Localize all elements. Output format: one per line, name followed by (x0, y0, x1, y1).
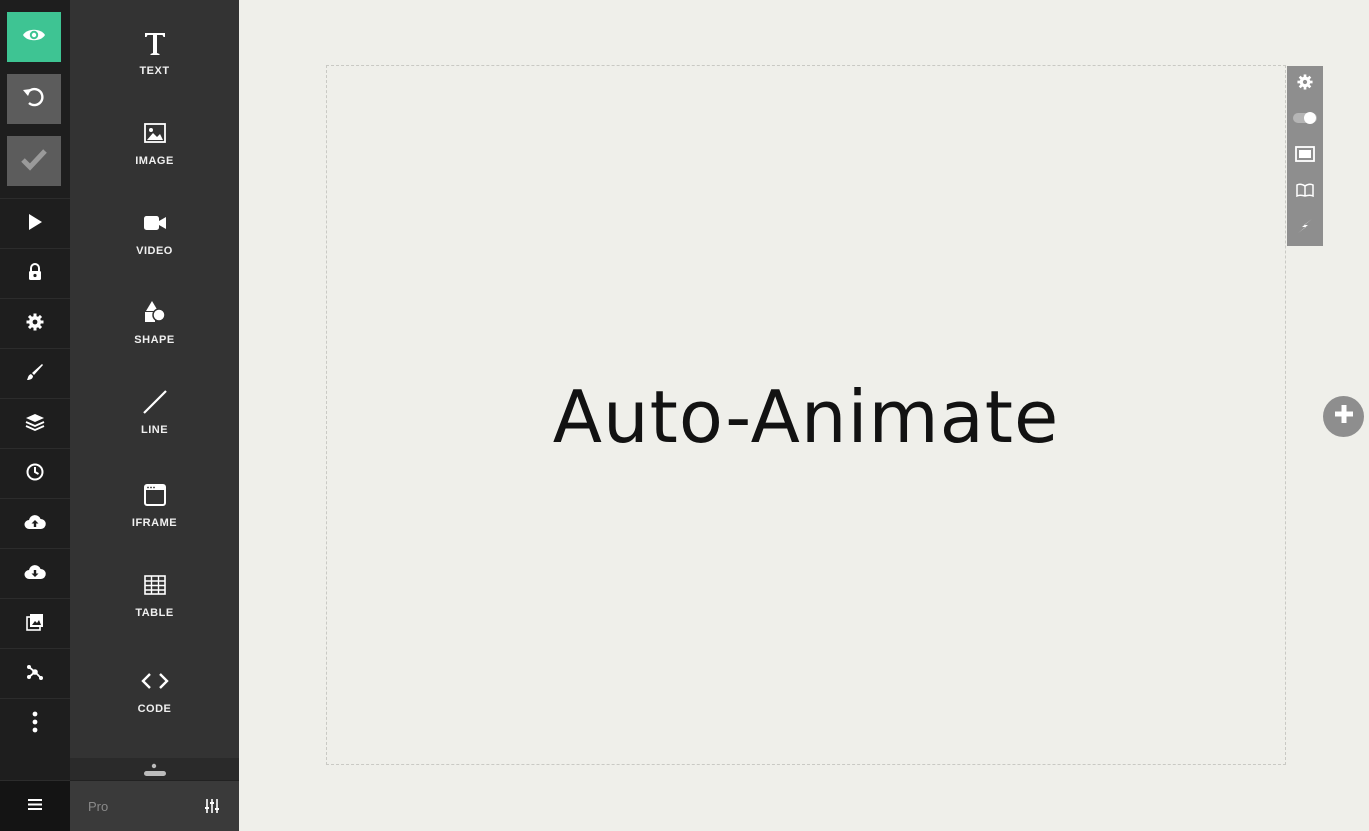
tool-code[interactable]: CODE (70, 666, 239, 746)
more-vertical-icon (32, 711, 38, 738)
undo-icon (21, 84, 47, 115)
settings-button[interactable] (0, 298, 70, 349)
save-button[interactable] (7, 136, 61, 186)
gear-icon (1297, 73, 1313, 95)
import-button[interactable] (0, 498, 70, 549)
layers-icon (25, 413, 45, 436)
auto-animate-toggle[interactable] (1287, 102, 1323, 138)
share-button[interactable] (0, 648, 70, 699)
layers-button[interactable] (0, 398, 70, 449)
tool-video[interactable]: VIDEO (70, 208, 239, 288)
slide-title[interactable]: Auto-Animate (553, 375, 1060, 459)
cloud-download-icon (24, 564, 46, 585)
panel-footer: Pro (70, 781, 239, 831)
history-button[interactable] (0, 448, 70, 499)
image-icon (140, 118, 170, 148)
menu-button[interactable] (0, 780, 70, 831)
tool-label: LINE (140, 424, 169, 436)
tool-label: SHAPE (134, 334, 175, 346)
more-button[interactable] (0, 698, 70, 749)
tool-text[interactable]: TEXT (70, 28, 239, 108)
share-icon (26, 663, 44, 686)
text-icon (140, 28, 170, 58)
tool-label: VIDEO (136, 245, 173, 257)
media-button[interactable] (0, 598, 70, 649)
cloud-upload-icon (24, 514, 46, 535)
tool-label: TABLE (135, 607, 174, 619)
hamburger-icon (28, 797, 42, 815)
lightning-icon (1297, 218, 1313, 239)
play-icon (27, 213, 43, 236)
tool-iframe[interactable]: IFRAME (70, 480, 239, 560)
transitions-button[interactable] (1287, 210, 1323, 246)
tool-label: IFRAME (131, 517, 178, 529)
undo-button[interactable] (7, 74, 61, 124)
plus-icon (1333, 403, 1355, 430)
table-icon (140, 570, 170, 600)
slide-background-button[interactable] (1287, 138, 1323, 174)
video-icon (140, 208, 170, 238)
tool-label: TEXT (139, 65, 170, 77)
images-icon (26, 613, 44, 636)
preview-button[interactable] (7, 12, 61, 62)
speaker-notes-button[interactable] (1287, 174, 1323, 210)
tool-label: IMAGE (135, 155, 174, 167)
slide-toolbar (1287, 66, 1323, 246)
lock-button[interactable] (0, 248, 70, 299)
code-icon (140, 666, 170, 696)
checkmark-icon (20, 147, 48, 176)
line-icon (140, 387, 170, 417)
panel-resize-handle[interactable] (70, 758, 239, 781)
toggle-icon (1292, 111, 1318, 130)
gear-icon (26, 313, 44, 336)
slide-canvas[interactable]: Auto-Animate (326, 65, 1286, 765)
tool-table[interactable]: TABLE (70, 570, 239, 650)
tool-label: CODE (137, 703, 172, 715)
sliders-icon[interactable] (205, 798, 219, 819)
lock-icon (27, 262, 43, 286)
shape-icon (140, 297, 170, 327)
notes-icon (1296, 183, 1314, 202)
plan-label: Pro (88, 799, 109, 814)
export-button[interactable] (0, 548, 70, 599)
brush-icon (26, 363, 44, 386)
present-button[interactable] (0, 198, 70, 249)
slide-settings-button[interactable] (1287, 66, 1323, 102)
eye-icon (22, 23, 46, 52)
style-button[interactable] (0, 348, 70, 399)
tool-line[interactable]: LINE (70, 387, 239, 467)
tool-image[interactable]: IMAGE (70, 118, 239, 198)
tool-shape[interactable]: SHAPE (70, 297, 239, 377)
tools-panel: TEXT IMAGE VIDEO SHAPE LINE IFRAME TABLE… (70, 0, 239, 831)
iframe-icon (140, 480, 170, 510)
background-icon (1295, 145, 1315, 167)
add-slide-button[interactable] (1323, 396, 1364, 437)
main-sidebar (0, 0, 70, 831)
clock-icon (26, 463, 44, 486)
